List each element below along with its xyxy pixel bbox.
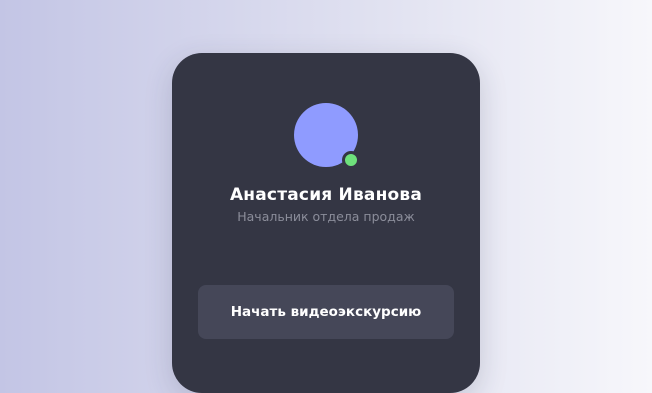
online-status-indicator xyxy=(342,151,360,169)
profile-card: Анастасия Иванова Начальник отдела прода… xyxy=(172,53,480,393)
profile-role: Начальник отдела продаж xyxy=(237,209,415,224)
profile-name: Анастасия Иванова xyxy=(229,185,423,205)
start-video-tour-button[interactable]: Начать видеоэкскурсию xyxy=(198,285,454,339)
